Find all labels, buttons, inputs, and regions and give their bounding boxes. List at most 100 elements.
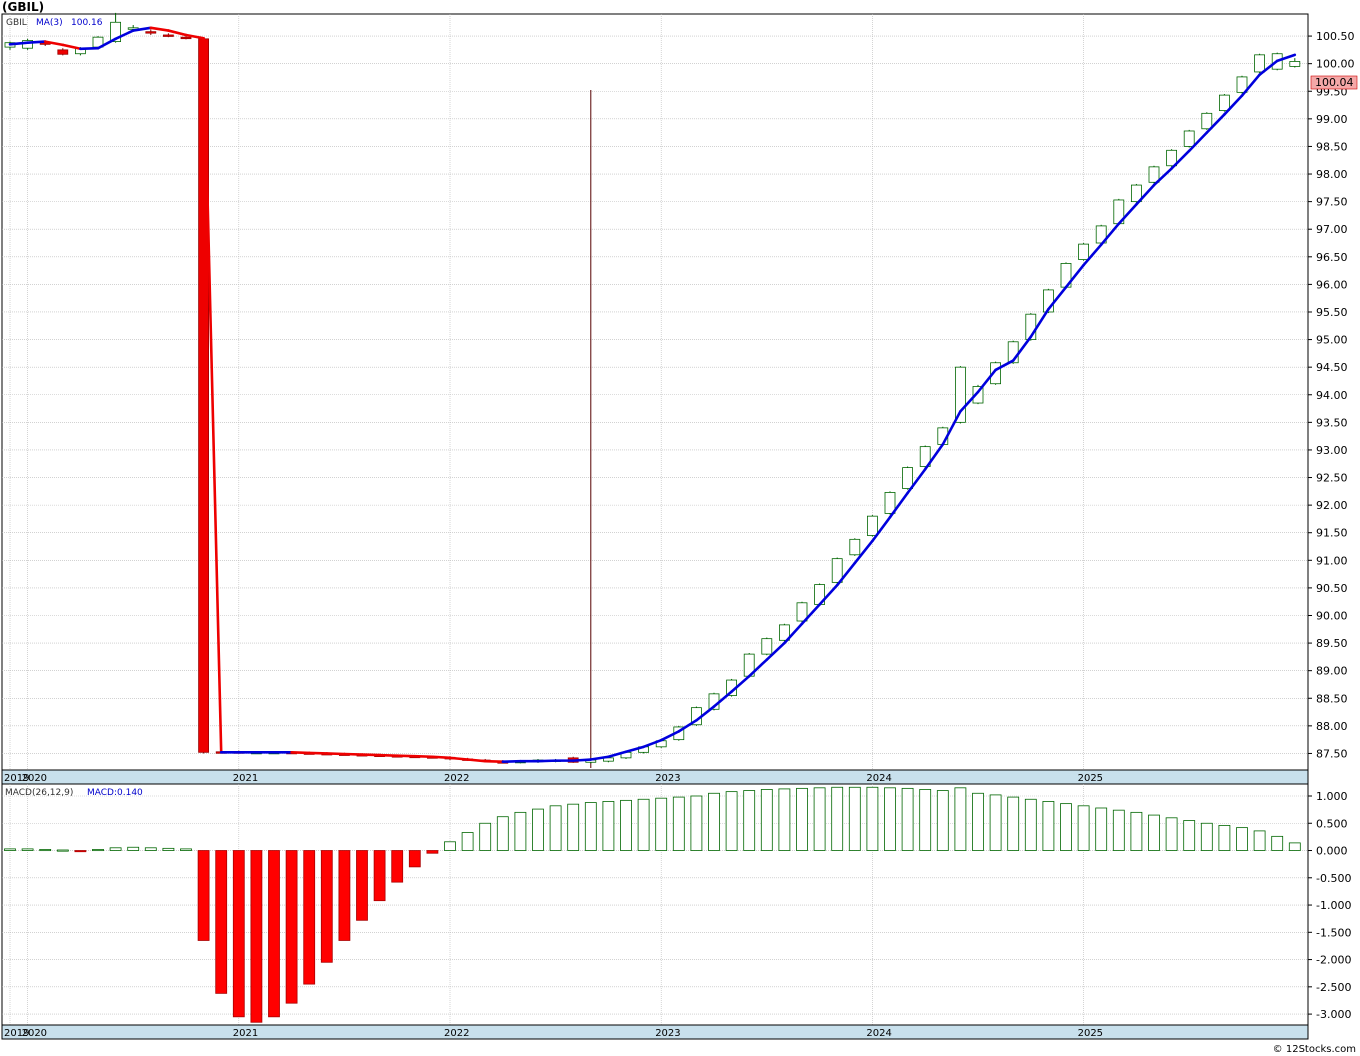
price-y-tick-label: 95.50	[1316, 306, 1348, 319]
legend-symbol: GBIL	[6, 18, 27, 28]
ma-segment	[378, 753, 399, 757]
macd-bar	[285, 850, 298, 1004]
stock-chart[interactable]: 87.50 88.00 88.50 89.00 89.50 90.00 90.50 91.00…	[0, 0, 1360, 1056]
macd-bar	[972, 792, 984, 851]
macd-bar	[373, 850, 386, 902]
macd-x-tick-label: 2021	[233, 1028, 258, 1039]
candle-body	[1289, 61, 1301, 67]
macd-x-tick-label: 2024	[866, 1028, 891, 1039]
legend-ma-label: MA(3)	[36, 18, 63, 28]
macd-bar	[796, 787, 808, 851]
price-y-tick-label: 90.00	[1316, 609, 1348, 622]
price-y-tick-label: 94.50	[1316, 361, 1348, 374]
macd-bar	[479, 822, 492, 851]
price-y-tick-label: 88.50	[1316, 692, 1348, 705]
macd-bar	[1060, 803, 1072, 851]
macd-bar	[901, 787, 914, 851]
macd-bar	[672, 796, 685, 851]
macd-bar	[1007, 796, 1020, 851]
price-y-tick-label: 91.50	[1316, 527, 1348, 540]
candle-body	[849, 538, 861, 556]
macd-x-tick-label: 2025	[1078, 1028, 1103, 1039]
candle-body	[57, 49, 69, 55]
macd-bar	[549, 805, 562, 851]
candle-body	[1201, 112, 1213, 130]
price-x-tick-label: 2020	[22, 773, 47, 784]
candle-body	[1078, 243, 1089, 260]
macd-bar	[620, 799, 632, 851]
macd-bar	[743, 790, 756, 851]
macd-bar	[1165, 817, 1178, 851]
macd-bar	[602, 801, 615, 851]
macd-bar	[127, 846, 140, 851]
macd-bar	[144, 847, 157, 851]
price-y-tick-label: 97.00	[1316, 223, 1348, 236]
macd-bar	[1236, 827, 1248, 851]
macd-bar	[778, 788, 791, 851]
macd-y-tick-label: -2.500	[1316, 981, 1351, 994]
price-y-tick-label: 92.50	[1316, 472, 1348, 485]
ma-segment	[536, 759, 557, 763]
macd-bar	[919, 789, 932, 851]
price-x-tick-label: 2024	[866, 773, 891, 784]
macd-legend-value: MACD:0.140	[87, 788, 143, 798]
candle-body	[1254, 54, 1265, 73]
price-y-tick-label: 88.00	[1316, 720, 1348, 733]
price-y-axis: 87.50 88.00 88.50 89.00 89.50 90.00 90.50 91.00…	[1308, 30, 1355, 760]
macd-bar	[954, 787, 967, 851]
candle-body	[1183, 130, 1195, 147]
price-x-tick-label: 2023	[655, 773, 680, 784]
price-x-tick-label: 2025	[1078, 773, 1103, 784]
macd-bar	[866, 786, 879, 851]
macd-bar	[1148, 814, 1160, 851]
macd-bar	[1112, 809, 1125, 851]
price-y-tick-label: 99.00	[1316, 113, 1348, 126]
ma-segment	[325, 752, 346, 756]
macd-bar	[92, 849, 104, 852]
macd-bar	[848, 786, 861, 851]
macd-bar	[391, 850, 404, 883]
price-x-tick-label: 2021	[233, 773, 258, 784]
price-y-tick-label: 90.50	[1316, 582, 1348, 595]
price-y-tick-label: 100.50	[1316, 30, 1355, 43]
macd-bar	[320, 850, 333, 963]
candle-body	[145, 31, 157, 34]
macd-y-tick-label: 1.000	[1316, 790, 1348, 803]
macd-bar	[637, 798, 650, 851]
macd-bar	[408, 850, 421, 868]
macd-bar	[584, 802, 597, 851]
macd-bar	[1042, 801, 1055, 851]
candle-body	[162, 34, 174, 37]
macd-bar	[567, 803, 580, 851]
macd-bar	[109, 847, 122, 851]
macd-bar	[690, 795, 703, 851]
ma-segment	[431, 755, 452, 760]
macd-bar	[1077, 805, 1090, 851]
macd-legend-label: MACD(26,12,9)	[5, 788, 73, 798]
candle-body	[1219, 94, 1230, 111]
macd-bar	[1200, 822, 1213, 851]
price-y-tick-label: 89.00	[1316, 665, 1348, 678]
macd-bar	[708, 792, 720, 851]
ma-segment	[466, 758, 487, 763]
price-y-tick-label: 96.00	[1316, 278, 1348, 291]
macd-x-tick-label: 2022	[444, 1028, 469, 1039]
macd-y-axis: 1.000 0.500 0.000 -0.500 -1.000 -1.500 -2.000 -…	[1308, 790, 1351, 1021]
macd-y-tick-label: -2.000	[1316, 954, 1351, 967]
macd-bar	[725, 791, 738, 851]
price-y-tick-label: 91.00	[1316, 554, 1348, 567]
price-y-tick-label: 89.50	[1316, 637, 1348, 650]
price-y-tick-label: 93.00	[1316, 444, 1348, 457]
ma-segment	[360, 753, 381, 757]
macd-bar	[1218, 825, 1231, 851]
macd-bar	[1130, 811, 1143, 851]
ma-segment	[307, 751, 329, 755]
ma-segment	[483, 759, 505, 764]
macd-bar	[655, 797, 668, 851]
macd-bar	[303, 850, 316, 985]
macd-bar	[180, 848, 192, 851]
macd-x-tick-label: 2023	[655, 1028, 680, 1039]
macd-bar	[1271, 835, 1284, 851]
ma-segment	[395, 754, 417, 758]
price-x-tick-label: 2022	[444, 773, 469, 784]
